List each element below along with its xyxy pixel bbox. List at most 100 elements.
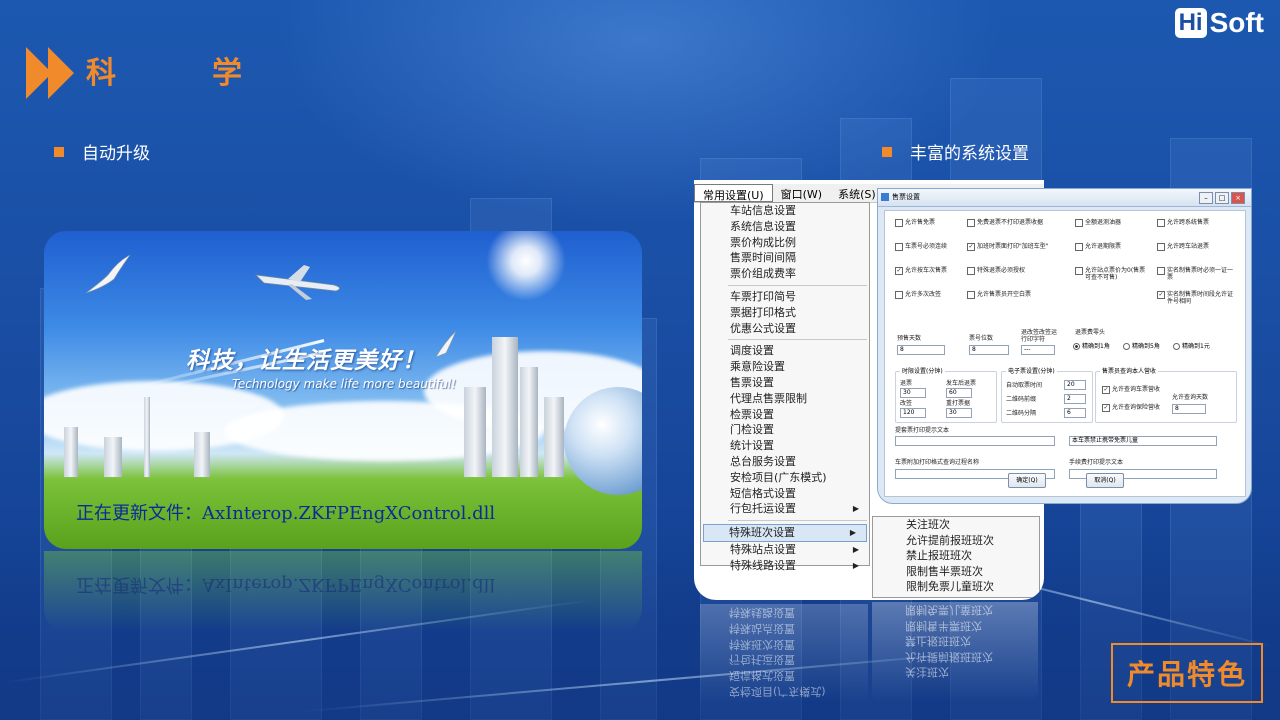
eticket-input[interactable]: 6 — [1064, 408, 1086, 418]
refund-rounding-radio[interactable]: 精确到5角 — [1123, 343, 1160, 350]
ok-button[interactable]: 确定(Q) — [1008, 473, 1046, 488]
refund-rounding-radio[interactable]: 精确到1元 — [1173, 343, 1210, 350]
maximize-icon[interactable]: □ — [1215, 192, 1229, 204]
menu-item[interactable]: 特殊线路设置 ▶ — [701, 558, 869, 574]
bullet-system-settings: 丰富的系统设置 — [882, 139, 1029, 164]
time-limit-input[interactable]: 60 — [946, 388, 972, 398]
seagull-icon — [85, 254, 131, 294]
menu-item[interactable]: 票价组成费率 — [701, 266, 869, 282]
submenu-item[interactable]: 允许提前报班班次 — [873, 533, 1039, 549]
ticket-digits-input[interactable]: 8 — [969, 345, 1009, 355]
menu-item-label: 总台服务设置 — [730, 454, 796, 468]
checkbox-empty-icon — [1075, 267, 1083, 275]
setting-checkbox[interactable]: 允许多次改签 — [895, 291, 971, 299]
menu-item[interactable]: 优惠公式设置 — [701, 321, 869, 337]
checkbox-label: 实名制售票时间段允许证件号相同 — [1167, 291, 1234, 305]
menu-item[interactable]: 乘意险设置 — [701, 359, 869, 375]
menu-item-label: 特殊站点设置 — [730, 542, 796, 556]
setting-checkbox[interactable]: 特殊退票必须授权 — [967, 267, 1067, 275]
setting-checkbox[interactable]: 允许退期限票 — [1075, 243, 1151, 251]
menu-item-label: 票价组成费率 — [730, 267, 796, 281]
title-char-1: 科 — [86, 56, 118, 91]
setting-checkbox[interactable]: 允许售票员开空白票 — [967, 291, 1067, 299]
setting-checkbox[interactable]: ✓ 允许按车次售票 — [895, 267, 971, 275]
menu-item[interactable]: 票据打印格式 — [701, 305, 869, 321]
eticket-label: 二维码分隔 — [1006, 410, 1037, 417]
setting-checkbox[interactable]: 车票号必须连续 — [895, 243, 971, 251]
setting-checkbox[interactable]: 免费退票不打印退票收据 — [967, 219, 1067, 227]
menu-item-label: 票据打印格式 — [730, 305, 796, 319]
setting-checkbox[interactable]: 实名制售票时必须一证一票 — [1157, 267, 1233, 281]
menu-item[interactable]: 总台服务设置 — [701, 454, 869, 470]
checkbox-label: 允许售免票 — [905, 219, 936, 226]
menu-item[interactable]: 特殊站点设置 ▶ — [701, 542, 869, 558]
chevron-right-icon: ▶ — [852, 560, 859, 570]
setting-checkbox[interactable]: 全额退测油器 — [1075, 219, 1151, 227]
menu-item[interactable]: 安检项目(广东模式) — [701, 470, 869, 486]
menu-item[interactable]: 车票打印简号 — [701, 289, 869, 305]
menu-item[interactable]: 代理点售票限制 — [701, 391, 869, 407]
time-limit-input[interactable]: 30 — [900, 388, 926, 398]
menu-item[interactable]: 特殊班次设置 ▶ — [703, 524, 867, 542]
seller-check-fare[interactable]: ✓ 允许查询车票营收 — [1102, 386, 1160, 394]
menu-item[interactable]: 售票设置 — [701, 375, 869, 391]
package-print-input[interactable] — [895, 436, 1055, 446]
checkbox-empty-icon — [895, 243, 903, 251]
submenu-item[interactable]: 关注班次 — [873, 517, 1039, 533]
menu-item[interactable]: 调度设置 — [701, 343, 869, 359]
seller-days-input[interactable]: 8 — [1172, 404, 1206, 414]
menu-item-label: 统计设置 — [730, 439, 774, 453]
dialog-body: 预售天数 8 票号位数 8 退改签改签运行印字符 --- 退票费零头 精确到1角… — [884, 210, 1246, 497]
menu-item-reflection: 短信格式设置 — [729, 668, 795, 682]
menu-item-label: 乘意险设置 — [730, 360, 785, 374]
eticket-input[interactable]: 2 — [1064, 394, 1086, 404]
menu-item[interactable]: 票价构成比例 — [701, 235, 869, 251]
checkbox-label: 允许跨车站退票 — [1167, 243, 1210, 250]
checkbox-label: 允许售票员开空白票 — [977, 291, 1032, 298]
airplane-icon — [254, 265, 340, 300]
menu-item[interactable]: 售票时间间隔 — [701, 250, 869, 266]
print-code-input[interactable]: --- — [1021, 345, 1055, 355]
menu-item[interactable]: 统计设置 — [701, 438, 869, 454]
menu-system[interactable]: 系统(S) — [830, 184, 884, 202]
time-limit-input[interactable]: 30 — [946, 408, 972, 418]
menu-window[interactable]: 窗口(W) — [773, 184, 830, 202]
chevron-right-icon: ▶ — [852, 504, 859, 514]
submenu-item[interactable]: 限制售半票班次 — [873, 564, 1039, 580]
bullet-system-settings-label: 丰富的系统设置 — [910, 144, 1029, 164]
eticket-input[interactable]: 20 — [1064, 380, 1086, 390]
seller-check-insurance[interactable]: ✓ 允许查询保险营收 — [1102, 404, 1160, 412]
submenu-item[interactable]: 禁止报班班次 — [873, 548, 1039, 564]
slogan-en: Technology make life more beautiful! — [232, 377, 457, 391]
cancel-button[interactable]: 取消(Q) — [1086, 473, 1124, 488]
menu-item[interactable]: 检票设置 — [701, 407, 869, 423]
menu-common-settings[interactable]: 常用设置(U) — [694, 184, 773, 202]
menu-item[interactable]: 行包托运设置 ▶ — [701, 501, 869, 517]
menu-item-label: 售票设置 — [730, 375, 774, 389]
menu-item-label: 售票时间间隔 — [730, 251, 796, 265]
menu-item[interactable]: 门检设置 — [701, 422, 869, 438]
presale-days-input[interactable]: 8 — [897, 345, 945, 355]
time-limit-input[interactable]: 120 — [900, 408, 926, 418]
submenu-item[interactable]: 限制免票儿童班次 — [873, 579, 1039, 595]
menu-separator — [728, 339, 867, 341]
setting-checkbox[interactable]: 允许售免票 — [895, 219, 971, 227]
setting-checkbox[interactable]: ✓ 实名制售票时间段允许证件号相同 — [1157, 291, 1233, 305]
menu-item-reflection: 特殊站点设置 — [729, 621, 795, 635]
refund-rounding-radio[interactable]: 精确到1角 — [1073, 343, 1110, 350]
menu-item[interactable]: 系统信息设置 — [701, 219, 869, 235]
checkbox-label: 允许跨系统售票 — [1167, 219, 1210, 226]
eticket-group-title: 电子票设置(分钟) — [1006, 368, 1057, 375]
close-icon[interactable]: × — [1231, 192, 1245, 204]
setting-checkbox[interactable]: 允许跨车站退票 — [1157, 243, 1233, 251]
setting-checkbox[interactable]: 允许站点票价为0(售票可查不可售) — [1075, 267, 1151, 281]
child-ticket-text-input[interactable]: 本车票禁止携带免票儿童 — [1069, 436, 1217, 446]
setting-checkbox[interactable]: 允许跨系统售票 — [1157, 219, 1233, 227]
menu-item[interactable]: 短信格式设置 — [701, 486, 869, 502]
minimize-icon[interactable]: – — [1199, 192, 1213, 204]
setting-checkbox[interactable]: ✓ 加班时票面打印"加班车型" — [967, 243, 1067, 251]
menu-reflection: 特殊线路设置 特殊站点设置 特殊班次设置 行包托运设置 短信格式设置 安检项目(广东模式) — [700, 604, 868, 704]
menu-item[interactable]: 车站信息设置 — [701, 203, 869, 219]
menu-item-label: 车站信息设置 — [730, 204, 796, 217]
hisoft-logo: Hi Soft — [1174, 6, 1264, 40]
